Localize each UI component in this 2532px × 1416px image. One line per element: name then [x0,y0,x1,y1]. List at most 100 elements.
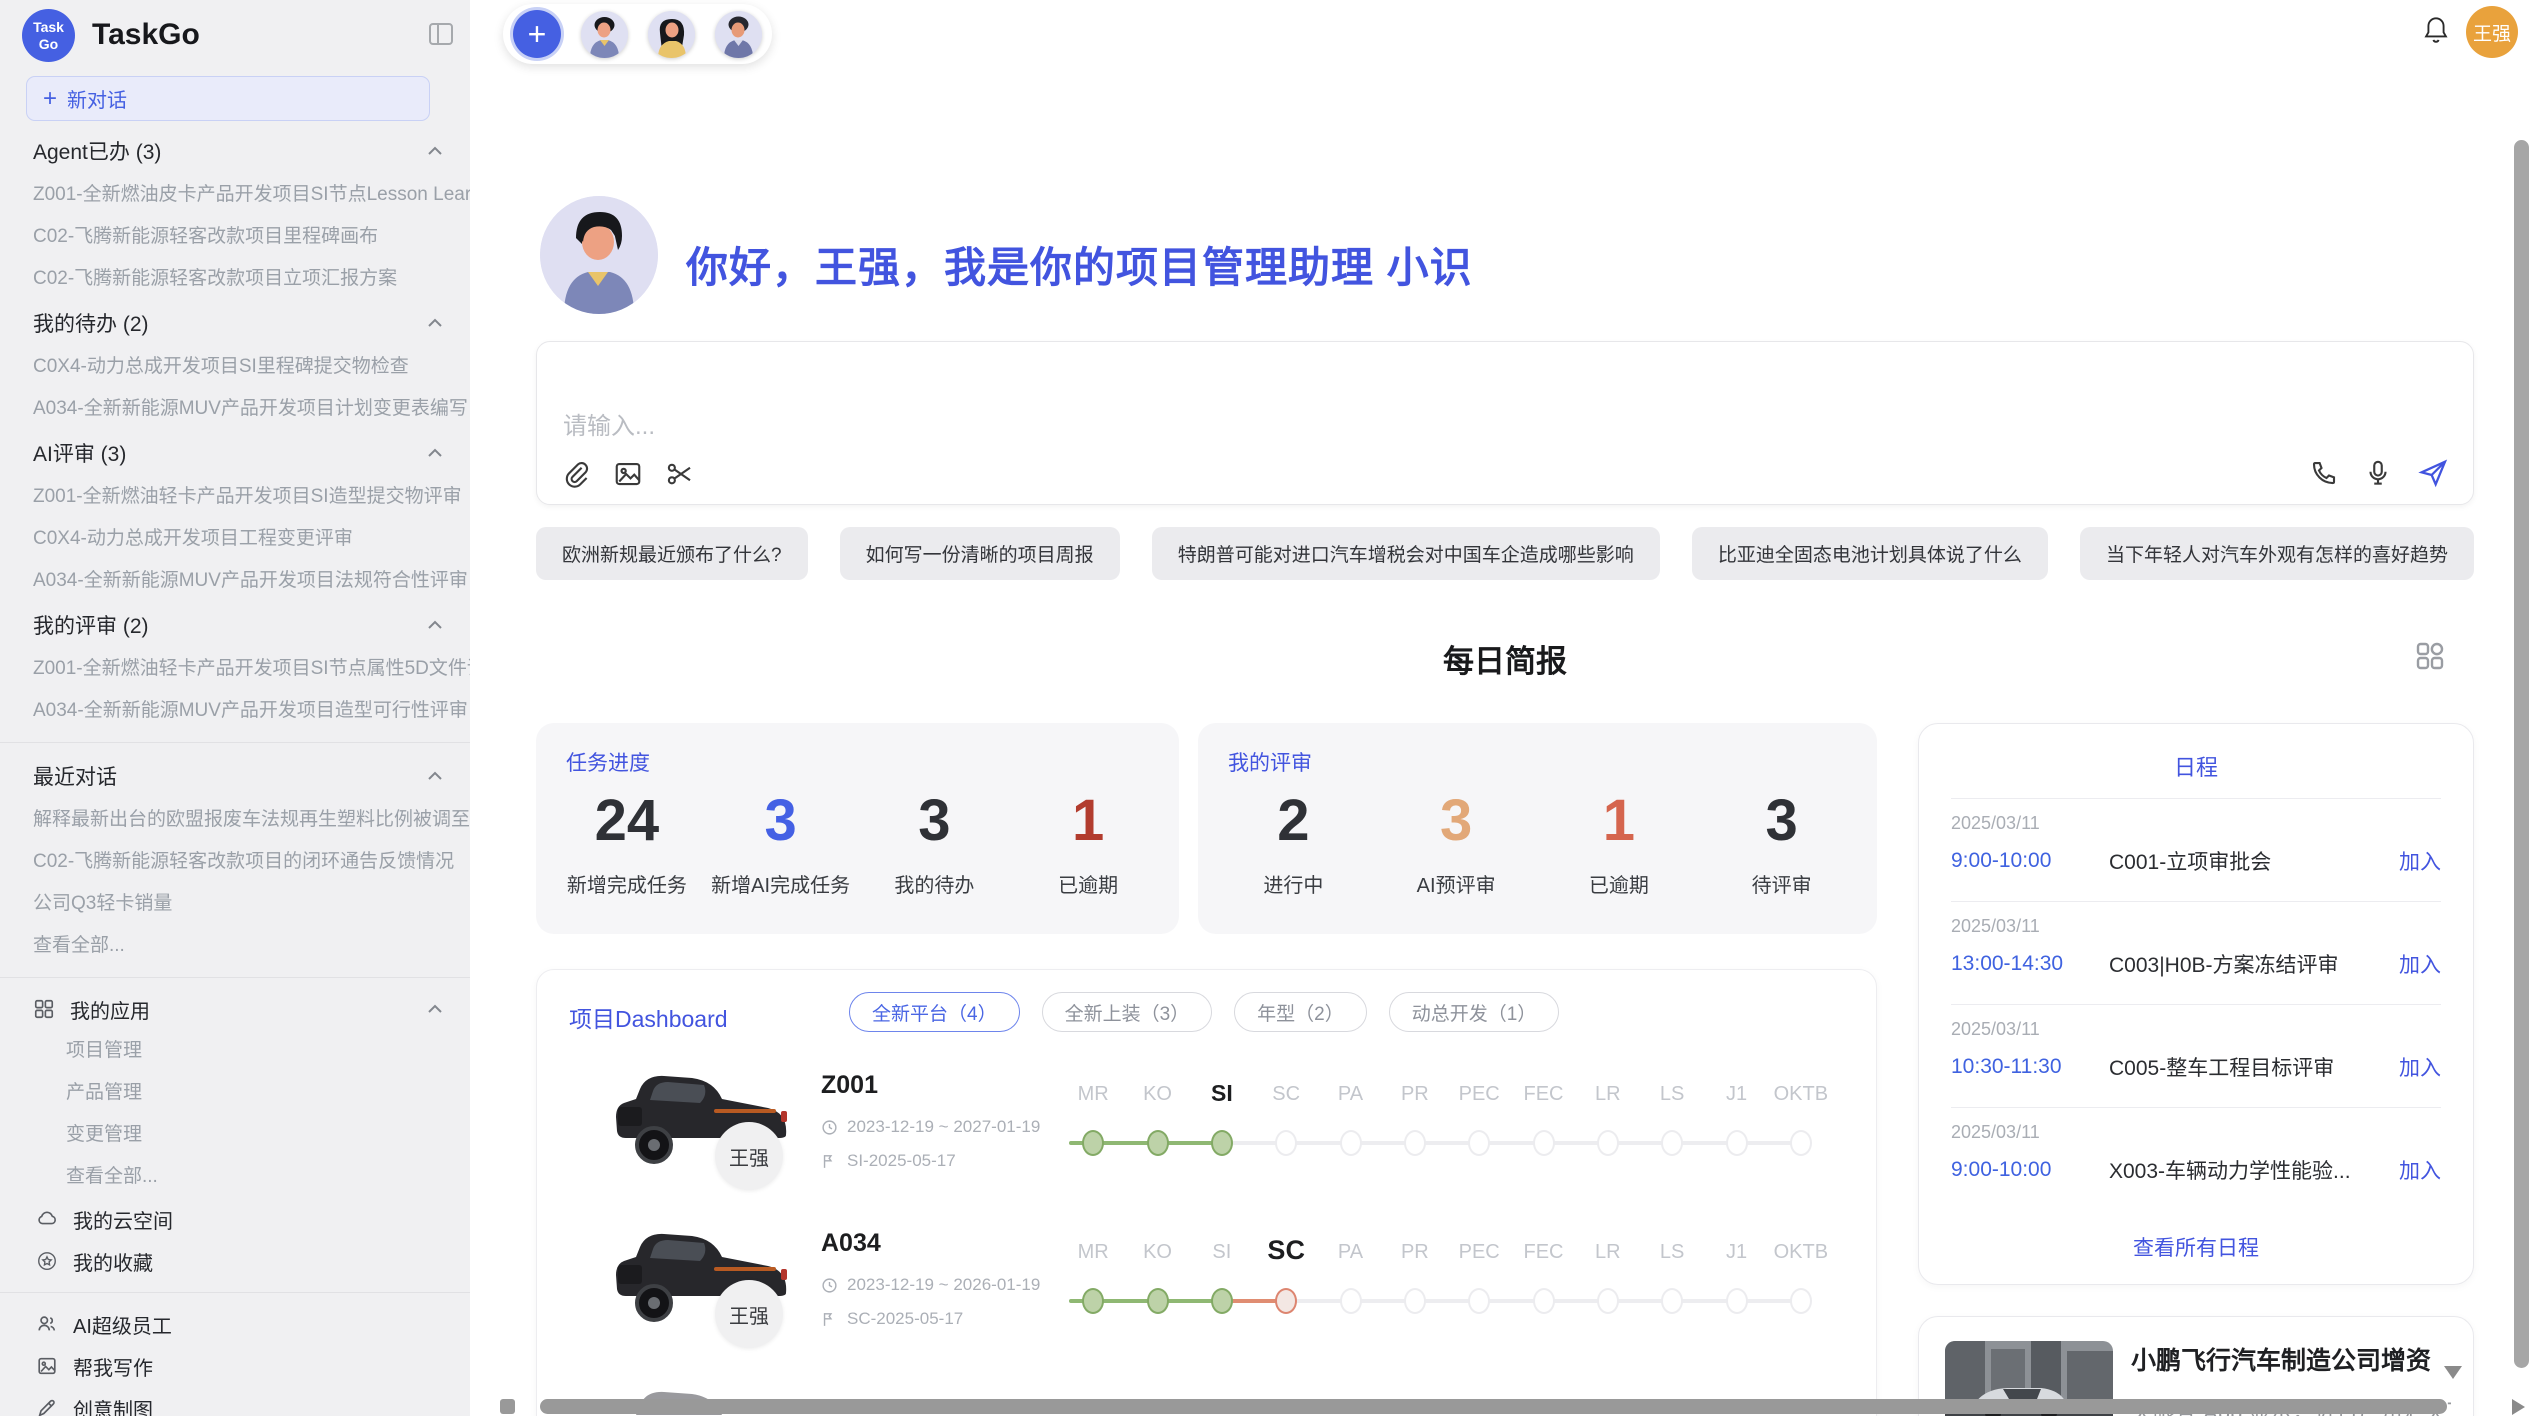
sidebar-conversation-item[interactable]: A034-全新新能源MUV产品开发项目法规符合性评审 [0,560,470,602]
chevron-up-icon[interactable] [426,447,444,459]
sidebar-app-item[interactable]: 产品管理 [0,1072,470,1114]
send-icon[interactable] [2417,457,2449,489]
notification-bell-icon[interactable] [2422,14,2450,46]
sidebar-conversation-item[interactable]: 解释最新出台的欧盟报废车法规再生塑料比例被调至15%... [0,799,470,841]
schedule-meeting-name: C001-立项审批会 [2109,846,2399,876]
phone-icon[interactable] [2309,458,2339,488]
my-apps-label-group: 我的应用 [33,995,150,1024]
sidebar-section-recent[interactable]: 最近对话 [0,753,470,799]
sidebar-section-my-review[interactable]: 我的评审 (2) [0,602,470,648]
schedule-time: 10:30-11:30 [1951,1055,2109,1079]
schedule-date: 2025/03/11 [1951,1122,2441,1143]
sidebar-conversation-item[interactable]: C02-飞腾新能源轻客改款项目的闭环通告反馈情况 [0,841,470,883]
stat-label: AI预评审 [1375,869,1538,898]
chevron-up-icon[interactable] [426,619,444,631]
session-avatar[interactable] [648,11,695,58]
apps-view-all-link[interactable]: 查看全部... [0,1156,470,1198]
suggestion-chips: 欧洲新规最近颁布了什么? 如何写一份清晰的项目周报特朗普可能对进口汽车增税会对中国… [536,527,2474,580]
sidebar-app-item[interactable]: 变更管理 [0,1114,470,1156]
sidebar-conversation-item[interactable]: C0X4-动力总成开发项目SI里程碑提交物检查 [0,346,470,388]
milestone-label: SI [1212,1241,1231,1264]
milestone-dot [1661,1130,1683,1156]
dashboard-filter-chip[interactable]: 年型（2） [1234,992,1367,1032]
new-chat-label: 新对话 [67,84,127,113]
sidebar-conversation-item[interactable]: A034-全新新能源MUV产品开发项目计划变更表编写 [0,388,470,430]
app-title: TaskGo [92,18,200,52]
view-all-schedule-link[interactable]: 查看所有日程 [1919,1232,2473,1262]
sidebar-conversation-item[interactable]: C0X4-动力总成开发项目工程变更评审 [0,518,470,560]
h-scrollbar-nub[interactable] [500,1399,515,1414]
stat-label: 已逾期 [1011,869,1165,898]
attachment-icon[interactable] [561,459,591,489]
milestone-label: SC [1267,1235,1305,1266]
join-link[interactable]: 加入 [2399,1052,2441,1082]
sidebar-section-ai-review[interactable]: AI评审 (3) [0,430,470,476]
suggestion-chip[interactable]: 欧洲新规最近颁布了什么? [536,527,808,580]
join-link[interactable]: 加入 [2399,949,2441,979]
dashboard-filter-chip[interactable]: 全新平台（4） [849,992,1020,1032]
chevron-up-icon[interactable] [426,317,444,329]
schedule-item: 2025/03/11 10:30-11:30 C005-整车工程目标评审 加入 [1951,1004,2441,1107]
cloud-space-label: 我的云空间 [73,1205,173,1234]
recent-list: 解释最新出台的欧盟报废车法规再生塑料比例被调至15%...C02-飞腾新能源轻客… [0,799,470,925]
v-scrollbar-down-arrow[interactable] [2444,1366,2462,1379]
session-avatar[interactable] [581,11,628,58]
schedule-meeting-name: C005-整车工程目标评审 [2109,1052,2399,1082]
sidebar-conversation-item[interactable]: Z001-全新燃油轻卡产品开发项目SI造型提交物评审 [0,476,470,518]
sidebar-item-cloud-space[interactable]: 我的云空间 [0,1198,470,1240]
milestone-label: LR [1595,1241,1621,1264]
chat-input-card[interactable]: 请输入... [536,341,2474,505]
milestone-label: MR [1078,1083,1109,1106]
suggestion-chip[interactable]: 特朗普可能对进口汽车增税会对中国车企造成哪些影响 [1152,527,1660,580]
session-avatar[interactable] [715,11,762,58]
chat-input-placeholder: 请输入... [563,406,655,441]
schedule-title: 日程 [1919,750,2473,782]
logo-row: Task Go TaskGo [0,0,470,70]
project-date-range: 2023-12-19 ~ 2027-01-19 [847,1117,1040,1137]
dashboard-filter-chip[interactable]: 全新上装（3） [1042,992,1213,1032]
divider [0,977,470,978]
image-icon[interactable] [613,459,643,489]
join-link[interactable]: 加入 [2399,1155,2441,1185]
sidebar-section-my-todo[interactable]: 我的待办 (2) [0,300,470,346]
dashboard-filter-chip[interactable]: 动总开发（1） [1389,992,1560,1032]
sidebar-item-my-apps[interactable]: 我的应用 [0,988,470,1030]
sidebar-item-creative-draw[interactable]: 创意制图 [0,1387,470,1416]
project-row[interactable]: 王强 Z001 2023-12-19 ~ 2027-01-19 SI-2025-… [537,1061,1876,1219]
sidebar-collapse-icon[interactable] [426,20,456,48]
milestone-label: FEC [1524,1241,1564,1264]
sidebar-item-favorites[interactable]: 我的收藏 [0,1240,470,1282]
sidebar-conversation-item[interactable]: C02-飞腾新能源轻客改款项目立项汇报方案 [0,258,470,300]
sidebar-conversation-item[interactable]: 公司Q3轻卡销量 [0,883,470,925]
sidebar-conversation-item[interactable]: C02-飞腾新能源轻客改款项目里程碑画布 [0,216,470,258]
new-session-button[interactable]: + [513,10,561,58]
suggestion-chip[interactable]: 如何写一份清晰的项目周报 [840,527,1120,580]
chevron-up-icon[interactable] [426,145,444,157]
layout-grid-icon[interactable] [2414,640,2446,672]
sidebar-item-ai-super-staff[interactable]: AI超级员工 [0,1303,470,1345]
user-avatar[interactable]: 王强 [2466,6,2518,58]
sidebar-conversation-item[interactable]: A034-全新新能源MUV产品开发项目造型可行性评审 [0,690,470,732]
h-scrollbar-right-arrow[interactable] [2512,1399,2525,1415]
chevron-up-icon[interactable] [426,770,444,782]
sidebar-conversation-item[interactable]: Z001-全新燃油轻卡产品开发项目SI节点属性5D文件评审 [0,648,470,690]
section-list: C0X4-动力总成开发项目SI里程碑提交物检查A034-全新新能源MUV产品开发… [0,346,470,430]
sidebar-app-item[interactable]: 项目管理 [0,1030,470,1072]
sidebar-item-help-write[interactable]: 帮我写作 [0,1345,470,1387]
suggestion-chip[interactable]: 比亚迪全固态电池计划具体说了什么 [1692,527,2048,580]
chevron-up-icon[interactable] [426,1003,444,1015]
join-link[interactable]: 加入 [2399,846,2441,876]
v-scrollbar-thumb[interactable] [2514,140,2529,1368]
recent-view-all-link[interactable]: 查看全部... [0,925,470,967]
new-chat-button[interactable]: + 新对话 [26,76,430,121]
apps-list: 项目管理产品管理变更管理 [0,1030,470,1156]
milestone-dot [1147,1130,1169,1156]
sidebar-conversation-item[interactable]: Z001-全新燃油皮卡产品开发项目SI节点Lesson Learn报告 [0,174,470,216]
h-scrollbar-thumb[interactable] [540,1399,2447,1414]
scissors-icon[interactable] [665,459,695,489]
project-row[interactable]: 王强 A034 2023-12-19 ~ 2026-01-19 SC-2025-… [537,1219,1876,1377]
plus-icon: + [43,87,57,111]
sidebar-section-agent-done[interactable]: Agent已办 (3) [0,128,470,174]
mic-icon[interactable] [2363,458,2393,488]
suggestion-chip[interactable]: 当下年轻人对汽车外观有怎样的喜好趋势 [2080,527,2474,580]
